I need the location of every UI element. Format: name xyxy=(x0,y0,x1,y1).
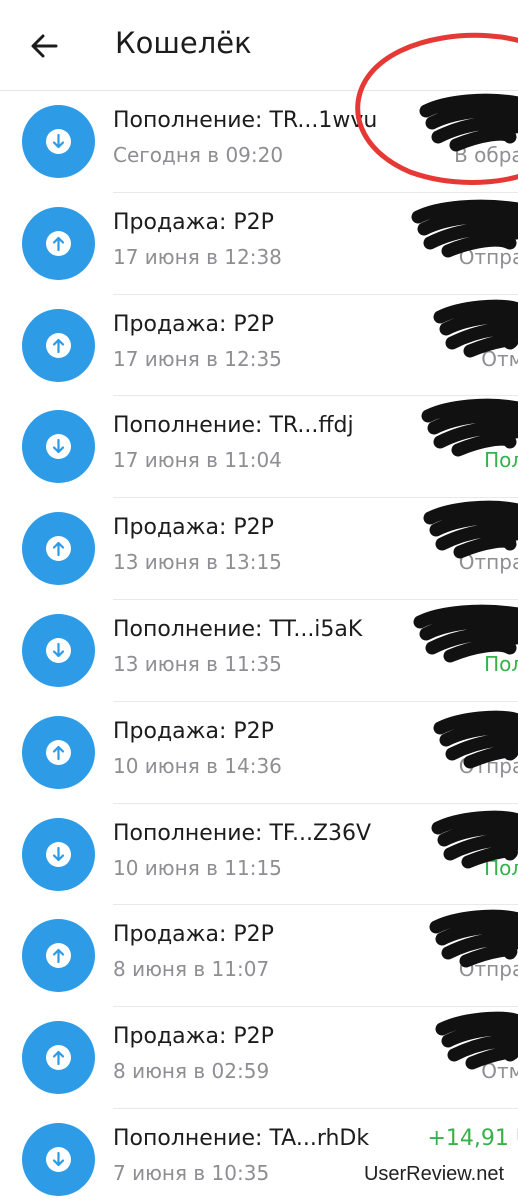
transaction-amount: +14,91 U xyxy=(427,1125,518,1151)
transaction-status: Полу xyxy=(484,651,518,676)
avatar-inner xyxy=(46,943,71,969)
transaction-date: 13 июня в 13:15 xyxy=(113,550,282,575)
arrow-up-icon xyxy=(52,1051,65,1066)
transaction-date: 17 июня в 12:35 xyxy=(113,346,282,371)
transaction-status: Полу xyxy=(484,448,518,473)
transaction-status: Отправ xyxy=(458,244,518,269)
transaction-date: 8 июня в 02:59 xyxy=(113,1059,270,1084)
transaction-name: Пополнение: TA...rhDk xyxy=(113,1125,370,1151)
back-button[interactable] xyxy=(26,28,62,64)
avatar-inner xyxy=(46,637,71,663)
arrow-down-icon xyxy=(52,642,65,658)
transaction-amount: 7 U xyxy=(494,209,518,235)
transaction-status: Отправ xyxy=(458,753,518,778)
sale-avatar xyxy=(22,308,95,382)
transaction-row[interactable]: Продажа: P2P 13 июня в 13:15 Отправ xyxy=(0,498,518,600)
transaction-date: 17 июня в 12:38 xyxy=(113,244,282,269)
transaction-amount: 5 U xyxy=(494,820,518,846)
arrow-up-icon xyxy=(52,338,65,353)
avatar-inner xyxy=(46,1045,71,1071)
transaction-status: Отме xyxy=(481,1059,518,1084)
transaction-row[interactable]: Продажа: P2P17 июня в 12:35UОтме xyxy=(0,295,518,397)
transaction-row[interactable]: Пополнение: TR...ffdj 17 июня в 11:04 Полу xyxy=(0,396,518,498)
transaction-amount: 6 U xyxy=(494,922,518,948)
transaction-amount: + xyxy=(514,108,518,133)
transaction-date: 7 июня в 10:35 xyxy=(113,1160,270,1185)
deposit-avatar xyxy=(22,105,95,178)
transaction-status: В обраб xyxy=(454,143,518,167)
transaction-row[interactable]: Пополнение: TF...Z36V 10 июня в 11:15 5 U П… xyxy=(0,804,518,906)
avatar-inner xyxy=(46,230,71,256)
arrow-down-icon xyxy=(52,133,65,149)
transaction-name: Пополнение: TR...ffdj xyxy=(113,413,354,439)
transaction-name: Пополнение: TR...1wvu xyxy=(113,108,378,133)
transaction-row[interactable]: Продажа: P2P8 июня в 02:59UОтме xyxy=(0,1007,518,1109)
transaction-date: 13 июня в 11:35 xyxy=(113,651,282,676)
avatar-inner xyxy=(46,1146,71,1172)
transaction-row[interactable]: Пополнение: TA...rhDk 7 июня в 10:35 +14,9… xyxy=(0,1109,518,1200)
arrow-up-icon xyxy=(52,745,65,760)
arrow-down-icon xyxy=(52,439,65,454)
arrow-down-icon xyxy=(52,846,65,861)
deposit-avatar xyxy=(22,410,95,484)
transaction-status: Отме xyxy=(481,346,518,371)
transaction-status: Отправ xyxy=(458,550,518,575)
transaction-name: Продажа: P2P xyxy=(113,311,274,337)
app-header: Кошелёк xyxy=(0,0,518,91)
arrow-up-icon xyxy=(52,236,65,251)
arrow-up-icon xyxy=(52,542,65,557)
transaction-status: Полу xyxy=(484,855,518,880)
transaction-date: 8 июня в 11:07 xyxy=(113,957,270,982)
transaction-status: Отправ xyxy=(458,957,518,982)
deposit-avatar xyxy=(22,613,95,687)
transaction-row[interactable]: Продажа: P2P 10 июня в 14:36 Отправ xyxy=(0,702,518,804)
sale-avatar xyxy=(22,919,95,993)
transaction-row[interactable]: Продажа: P2P 17 июня в 12:38 7 U Отправ xyxy=(0,193,518,295)
avatar-inner xyxy=(46,536,71,562)
sale-avatar xyxy=(22,512,95,586)
sale-avatar xyxy=(22,1021,95,1095)
deposit-avatar xyxy=(22,1122,95,1196)
transaction-name: Продажа: P2P xyxy=(113,922,274,948)
transaction-name: Пополнение: TT...i5aK xyxy=(113,616,363,642)
sale-avatar xyxy=(22,715,95,789)
page-title: Кошелёк xyxy=(115,26,252,60)
transaction-date: 17 июня в 11:04 xyxy=(113,448,282,473)
transaction-name: Продажа: P2P xyxy=(113,209,274,235)
transaction-list: Пополнение: TR...1wvu Сегодня в 09:20 + В о… xyxy=(0,91,518,1200)
avatar-inner xyxy=(46,129,71,154)
arrow-up-icon xyxy=(52,949,65,964)
avatar-inner xyxy=(46,332,71,358)
transaction-row[interactable]: Пополнение: TT...i5aK13 июня в 11:35UПол… xyxy=(0,600,518,702)
transaction-row[interactable]: Продажа: P2P 8 июня в 11:07 6 U Отправ xyxy=(0,905,518,1007)
watermark: UserReview.net xyxy=(361,1163,506,1186)
avatar-inner xyxy=(46,841,71,867)
transaction-name: Продажа: P2P xyxy=(113,1024,274,1050)
arrow-left-icon xyxy=(31,34,58,58)
avatar-inner xyxy=(46,739,71,765)
transaction-name: Продажа: P2P xyxy=(113,515,274,541)
transaction-date: 10 июня в 14:36 xyxy=(113,753,282,778)
transaction-date: Сегодня в 09:20 xyxy=(113,143,284,167)
deposit-avatar xyxy=(22,817,95,891)
transaction-date: 10 июня в 11:15 xyxy=(113,855,282,880)
sale-avatar xyxy=(22,206,95,280)
transaction-name: Продажа: P2P xyxy=(113,718,274,744)
arrow-down-icon xyxy=(52,1151,65,1167)
transaction-row[interactable]: Пополнение: TR...1wvu Сегодня в 09:20 + В о… xyxy=(0,91,518,193)
avatar-inner xyxy=(46,434,71,460)
transaction-name: Пополнение: TF...Z36V xyxy=(113,820,372,846)
